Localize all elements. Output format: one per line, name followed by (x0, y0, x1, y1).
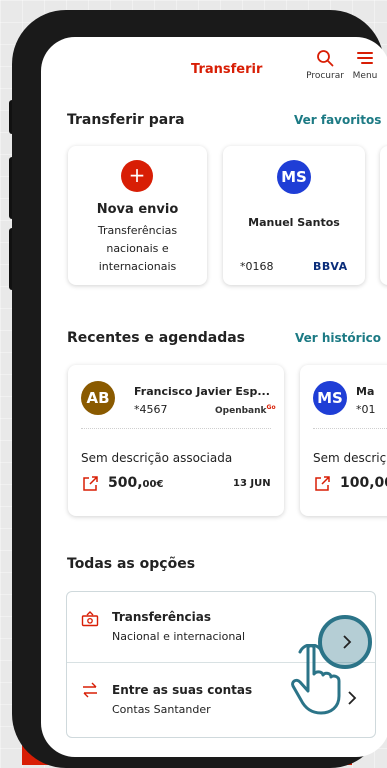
option-accounts-subtitle: Contas Santander (112, 703, 211, 716)
recent-account: *4567 (134, 403, 168, 416)
recent-transfer-card-partial[interactable]: MS Ma *01 Sem descriç 100,00 (300, 365, 387, 516)
recent-avatar-2: MS (313, 381, 347, 415)
recent-description-2: Sem descriç (313, 451, 387, 465)
recent-amount-2: 100,00 (340, 475, 387, 491)
page-title: Transferir (191, 62, 263, 77)
tap-hand-icon (291, 644, 341, 715)
recent-amount: 500,00€ (108, 475, 163, 491)
view-history-link[interactable]: Ver histórico (295, 331, 381, 345)
new-transfer-card[interactable]: + Nova envio Transferências nacionais e … (68, 146, 207, 285)
app-screen: Transferir Procurar Menu Transferir para… (41, 37, 387, 757)
contact-avatar: MS (277, 160, 311, 194)
menu-label: Menu (352, 71, 378, 81)
bank-logo: BBVA (313, 260, 348, 273)
plus-icon: + (121, 160, 153, 192)
outgoing-transfer-icon (83, 476, 98, 491)
recent-transfer-card[interactable]: AB Francisco Javier Esp... *4567 Openban… (68, 365, 284, 516)
contact-card[interactable]: MS Manuel Santos *0168 BBVA (223, 146, 365, 285)
search-icon (317, 50, 334, 67)
hamburger-menu-icon (357, 52, 373, 64)
new-transfer-title: Nova envio (96, 202, 179, 217)
option-accounts-title: Entre as suas contas (112, 683, 253, 697)
amount-integer: 500, (108, 475, 143, 491)
new-transfer-desc-line2: nacionais e (106, 242, 169, 255)
all-options-title: Todas as opções (67, 556, 196, 572)
recent-title: Recentes e agendadas (67, 330, 246, 346)
search-button[interactable]: Procurar (305, 49, 345, 81)
amount-cents: 00€ (142, 479, 164, 490)
swap-arrows-icon (83, 682, 97, 698)
option-transfers-subtitle: Nacional e internacional (112, 630, 246, 643)
bank-name: Openbank (215, 406, 267, 416)
option-transfers-title: Transferências (112, 610, 211, 624)
search-label: Procurar (306, 71, 344, 81)
contact-card-partial[interactable] (380, 146, 387, 285)
openbank-logo: OpenbankGo (215, 404, 276, 416)
money-transfer-icon (81, 611, 99, 627)
bank-superscript: Go (266, 404, 276, 411)
outgoing-transfer-icon (315, 476, 330, 491)
new-transfer-desc-line1: Transferências (97, 224, 178, 237)
recent-name-2: Ma (356, 385, 375, 398)
recent-name: Francisco Javier Esp... (134, 385, 270, 398)
new-transfer-desc-line3: internacionais (98, 260, 177, 273)
contact-account: *0168 (240, 260, 274, 273)
card-divider (81, 428, 271, 429)
recent-date: 13 JUN (233, 478, 271, 489)
transfer-to-title: Transferir para (67, 112, 185, 128)
phone-frame: Transferir Procurar Menu Transferir para… (12, 10, 387, 768)
recent-avatar: AB (81, 381, 115, 415)
card-divider (313, 428, 387, 429)
menu-button[interactable]: Menu (347, 49, 383, 81)
recent-account-2: *01 (356, 403, 376, 416)
view-favorites-link[interactable]: Ver favoritos (294, 113, 381, 127)
contact-name: Manuel Santos (248, 216, 340, 229)
recent-description: Sem descrição associada (81, 451, 233, 465)
